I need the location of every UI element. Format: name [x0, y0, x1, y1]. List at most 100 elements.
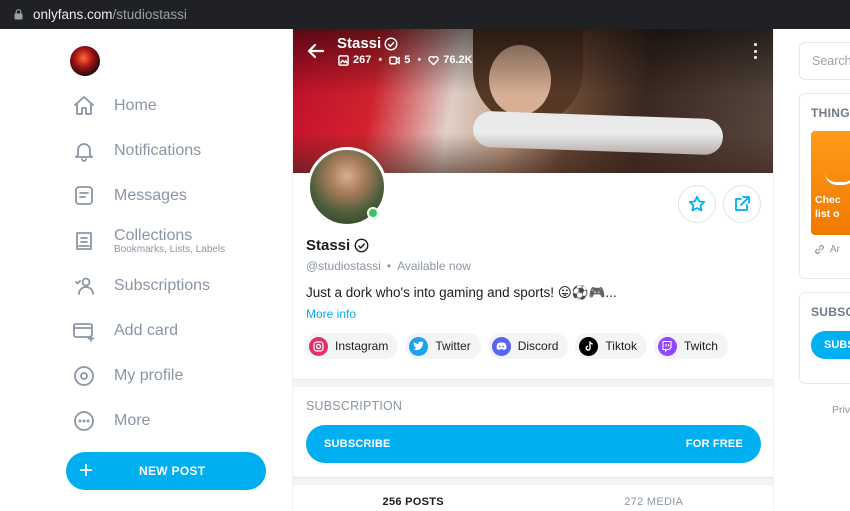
url-domain: onlyfans.com	[33, 7, 113, 22]
url-path: /studiostassi	[112, 7, 187, 22]
sidebar-item-label: Home	[114, 97, 157, 114]
video-icon	[389, 56, 401, 64]
subscribe-price: FOR FREE	[685, 438, 743, 450]
subscribe-label: SUBSCRIBE	[324, 438, 391, 450]
back-arrow-icon[interactable]	[307, 42, 325, 60]
smile-icon	[825, 173, 850, 185]
tab-posts[interactable]: 256 POSTS	[293, 487, 534, 511]
suggestion-card: THING Chec list o Ar	[799, 93, 850, 279]
availability-status: Available now	[397, 259, 471, 273]
subscribe-card-button[interactable]: SUBS	[811, 331, 850, 359]
sidebar-item-subscriptions[interactable]: Subscriptions	[72, 271, 210, 301]
tiktok-icon	[579, 336, 599, 356]
subscribe-card: SUBSC SUBS	[799, 292, 850, 384]
more-icon	[72, 409, 96, 433]
profile-bio: Just a dork who's into gaming and sports…	[306, 285, 617, 300]
social-label: Instagram	[335, 339, 389, 353]
subscriptions-icon	[72, 274, 96, 298]
promo-text: Chec list o	[815, 193, 841, 221]
social-link-tiktok[interactable]: Tiktok	[575, 333, 647, 359]
sidebar-item-label: Messages	[114, 187, 187, 204]
browser-url-bar[interactable]: onlyfans.com/studiostassi	[0, 0, 850, 29]
sidebar-item-label: Collections	[114, 227, 193, 244]
profile-handle: @studiostassi	[306, 259, 381, 273]
share-button[interactable]	[723, 185, 761, 223]
sidebar-item-label: Add card	[114, 322, 179, 339]
likes-count: 76.2K	[443, 54, 473, 66]
card-title: THING	[811, 106, 850, 120]
plus-icon: +	[79, 457, 94, 484]
sidebar-item-label: More	[114, 412, 151, 429]
discord-icon	[491, 336, 511, 356]
card-footer[interactable]: Ar	[814, 244, 840, 255]
link-icon	[815, 245, 824, 254]
heart-icon	[428, 55, 439, 66]
profile-stats: 267 • 5 • 76.2K	[338, 54, 473, 66]
promo-line-2: list o	[815, 208, 840, 220]
cover-profile-name: Stassi	[337, 35, 398, 52]
verified-icon	[384, 36, 398, 51]
social-link-instagram[interactable]: Instagram	[305, 333, 399, 359]
subscribe-card-title: SUBSC	[811, 305, 850, 319]
promo-line-1: Chec	[815, 194, 841, 206]
url-text[interactable]: onlyfans.com/studiostassi	[33, 7, 187, 22]
sidebar-item-more[interactable]: More	[72, 406, 150, 436]
content-tabs: 256 POSTS 272 MEDIA	[293, 487, 774, 511]
section-divider	[293, 379, 773, 387]
sidebar: Home Notifications Messages Collections …	[0, 29, 292, 511]
card-icon	[72, 319, 96, 343]
profile-name: Stassi	[306, 237, 369, 254]
photos-count: 267	[353, 54, 372, 66]
likes-stat: 76.2K	[428, 54, 473, 66]
right-panel: Search THING Chec list o Ar SUBSC SUBS P…	[775, 29, 850, 511]
privacy-link[interactable]: Priv	[832, 404, 850, 416]
social-links: Instagram Twitter Discord Tiktok Twitch	[305, 333, 728, 359]
card-footer-text: Ar	[830, 244, 840, 255]
favorite-button[interactable]	[678, 185, 716, 223]
online-status-dot	[367, 207, 379, 219]
tab-media[interactable]: 272 MEDIA	[534, 487, 774, 511]
sidebar-item-notifications[interactable]: Notifications	[72, 136, 201, 166]
avatar[interactable]	[70, 46, 100, 76]
search-input[interactable]: Search	[799, 42, 850, 80]
promo-banner[interactable]: Chec list o	[811, 131, 850, 235]
profile-name-text: Stassi	[306, 237, 351, 254]
kebab-menu-icon[interactable]	[751, 43, 759, 59]
verified-icon	[354, 238, 369, 253]
home-icon	[72, 94, 96, 118]
sidebar-item-add-card[interactable]: Add card	[72, 316, 178, 346]
sidebar-item-my-profile[interactable]: My profile	[72, 361, 183, 391]
sidebar-item-label: Subscriptions	[114, 277, 211, 294]
social-link-twitch[interactable]: Twitch	[653, 333, 728, 359]
section-divider	[293, 477, 773, 485]
image-icon	[338, 54, 349, 66]
profile-main: Stassi 267 • 5 • 76.2K Stassi @studiosta…	[292, 29, 774, 511]
sidebar-item-label: My profile	[114, 367, 184, 384]
star-icon	[688, 195, 706, 212]
profile-handle-row: @studiostassi • Available now	[306, 259, 471, 273]
sidebar-item-text: Collections Bookmarks, Lists, Labels	[114, 227, 225, 255]
social-label: Twitter	[435, 339, 471, 353]
bell-icon	[72, 139, 96, 163]
lock-icon	[14, 9, 23, 20]
sidebar-item-collections[interactable]: Collections Bookmarks, Lists, Labels	[72, 226, 225, 256]
sidebar-item-home[interactable]: Home	[72, 91, 157, 121]
more-info-link[interactable]: More info	[306, 307, 356, 321]
message-icon	[72, 184, 96, 208]
instagram-icon	[309, 336, 328, 356]
profile-icon	[72, 364, 96, 388]
social-link-twitter[interactable]: Twitter	[405, 333, 481, 359]
sidebar-item-label: Notifications	[114, 142, 202, 159]
twitter-icon	[409, 336, 429, 356]
social-label: Tiktok	[605, 339, 637, 353]
videos-stat: 5	[389, 54, 410, 66]
photos-stat: 267	[338, 54, 371, 66]
social-label: Twitch	[683, 339, 718, 353]
subscribe-button[interactable]: SUBSCRIBE FOR FREE	[306, 425, 761, 463]
sidebar-item-sublabel: Bookmarks, Lists, Labels	[114, 244, 226, 255]
new-post-button[interactable]: + NEW POST	[66, 452, 266, 490]
social-link-discord[interactable]: Discord	[487, 333, 569, 359]
sidebar-item-messages[interactable]: Messages	[72, 181, 187, 211]
subscription-heading: SUBSCRIPTION	[306, 399, 403, 413]
twitch-icon	[657, 336, 677, 356]
